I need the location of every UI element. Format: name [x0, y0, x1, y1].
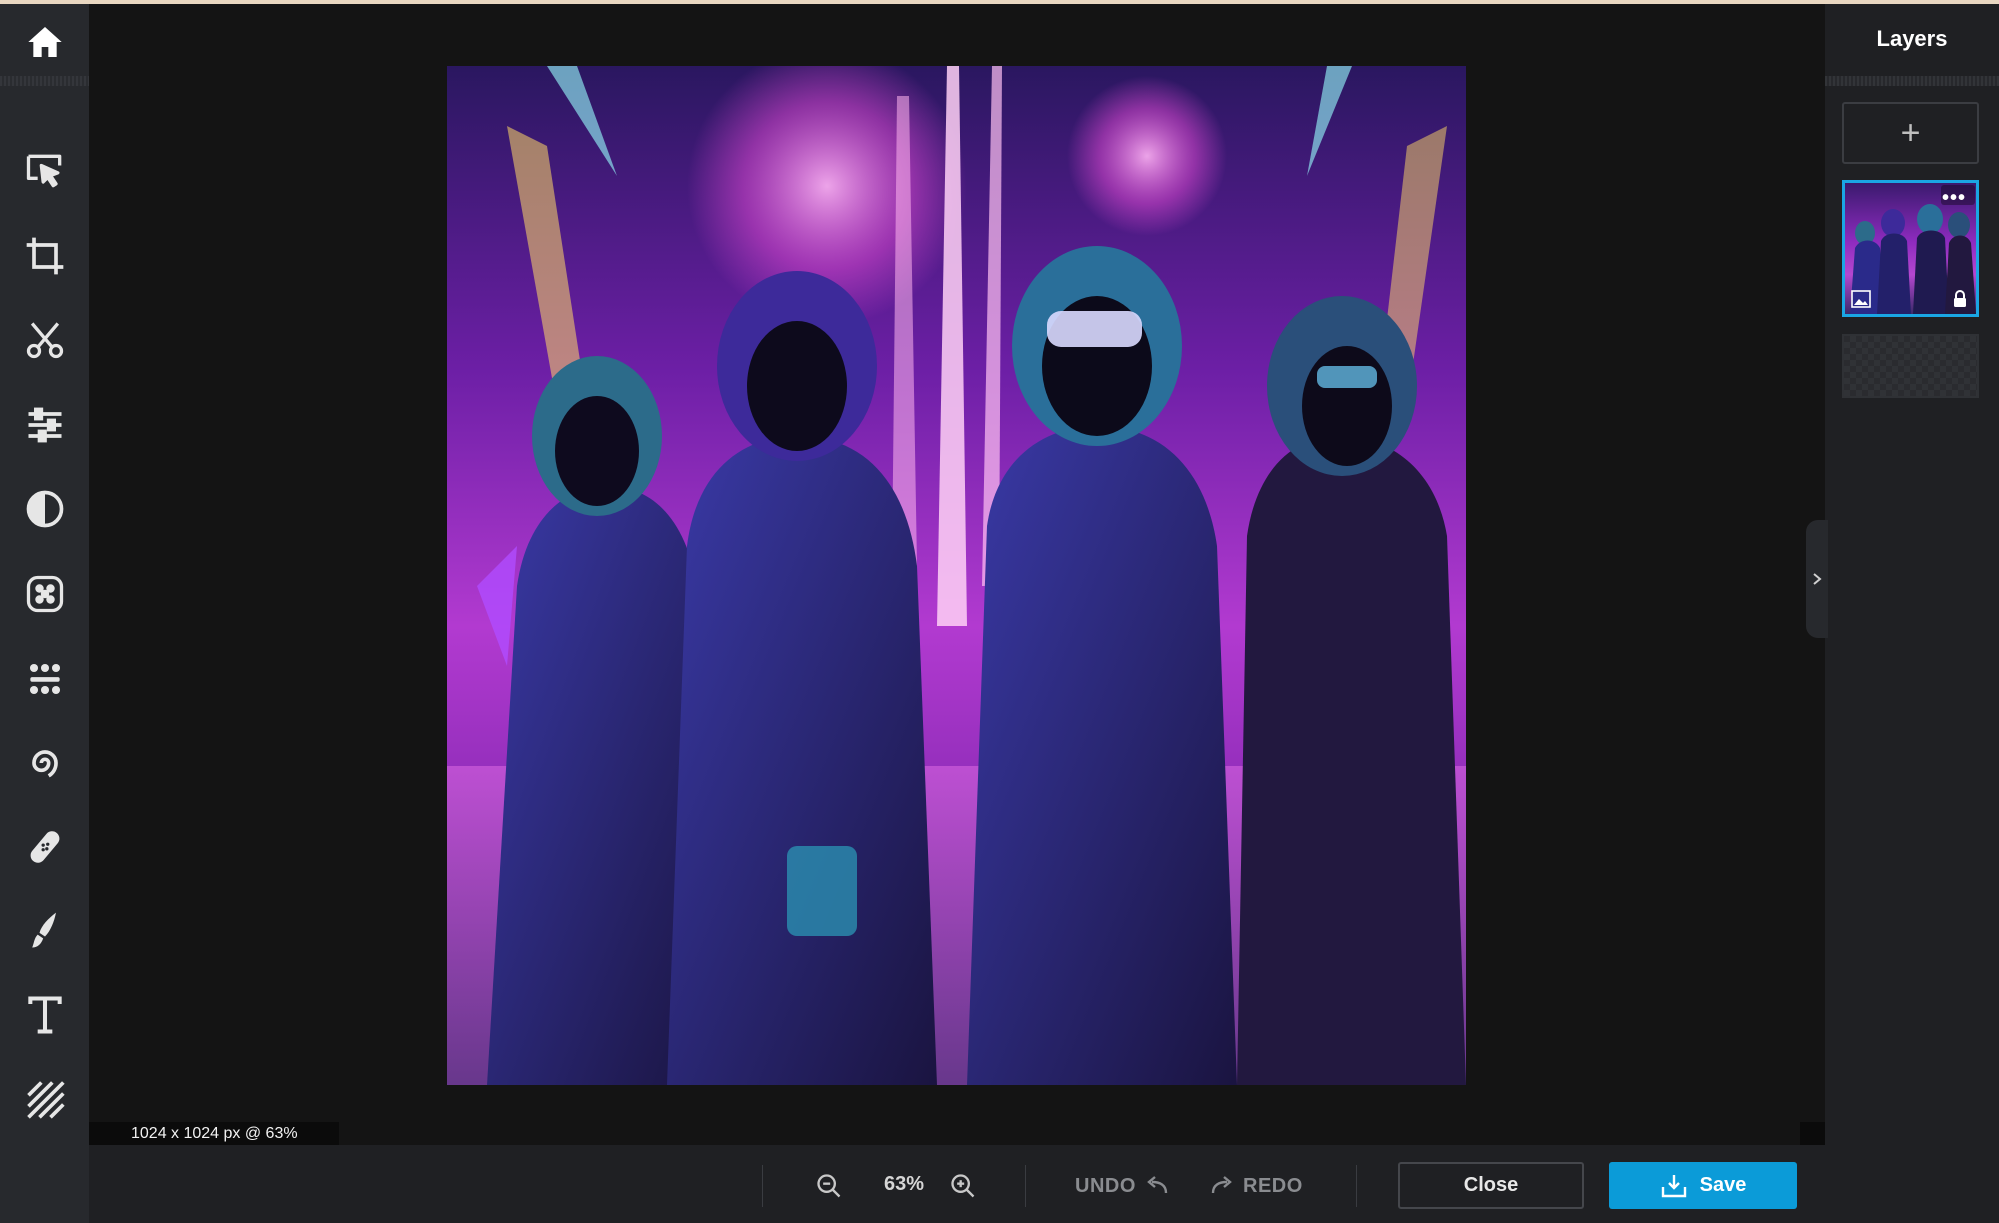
effects-icon — [26, 575, 63, 613]
panel-separator — [1825, 76, 1999, 86]
texture-icon — [26, 1081, 65, 1119]
redo-button[interactable]: REDO — [1209, 1171, 1303, 1201]
canvas-corner — [1800, 1122, 1825, 1145]
add-layer-button[interactable]: + — [1842, 102, 1979, 164]
retouch-tool-button[interactable] — [0, 812, 89, 882]
text-icon — [27, 996, 62, 1034]
select-icon — [26, 154, 61, 188]
canvas-image[interactable] — [447, 66, 1466, 1085]
image-layer-icon — [1851, 290, 1871, 308]
tool-sidebar — [0, 4, 89, 1223]
collapse-panel-button[interactable] — [1806, 520, 1828, 638]
bottom-separator — [1025, 1165, 1026, 1207]
save-button[interactable]: Save — [1609, 1162, 1797, 1209]
crop-tool-button[interactable] — [0, 221, 89, 291]
draw-icon — [31, 912, 56, 948]
more-options-icon[interactable]: ••• — [1942, 187, 1966, 210]
redo-icon — [1211, 1176, 1232, 1194]
zoom-in-icon — [951, 1174, 975, 1198]
home-icon — [27, 27, 62, 57]
zoom-in-button[interactable] — [946, 1169, 980, 1203]
layers-title: Layers — [1876, 26, 1948, 51]
save-label: Save — [1699, 1174, 1747, 1196]
cutout-icon — [26, 322, 63, 359]
photo-editor-app: 1024 x 1024 px @ 63% Layers + ••• 63% UN… — [0, 0, 1999, 1223]
contrast-icon — [26, 490, 63, 528]
canvas-area: 1024 x 1024 px @ 63% — [89, 4, 1825, 1145]
zoom-level: 63% — [883, 1173, 925, 1195]
texture-tool-button[interactable] — [0, 1064, 89, 1134]
toolbar-separator — [0, 76, 89, 86]
distort-icon — [31, 750, 58, 778]
distort-tool-button[interactable] — [0, 728, 89, 798]
bottom-separator — [762, 1165, 763, 1207]
lock-icon[interactable] — [1952, 290, 1968, 308]
filters-icon — [29, 663, 60, 695]
home-button[interactable] — [0, 4, 89, 80]
undo-icon — [1147, 1176, 1168, 1194]
adjust-icon — [28, 407, 61, 443]
text-tool-button[interactable] — [0, 980, 89, 1050]
zoom-out-button[interactable] — [812, 1169, 846, 1203]
zoom-out-icon — [817, 1174, 841, 1198]
bottom-bar: 63% UNDO REDO Close Save — [89, 1145, 1825, 1223]
select-tool-button[interactable] — [0, 136, 89, 206]
undo-button[interactable]: UNDO — [1075, 1171, 1170, 1201]
layer-thumbnail[interactable]: ••• — [1842, 180, 1979, 317]
filters-tool-button[interactable] — [0, 644, 89, 714]
canvas-size-label: 1024 x 1024 px @ 63% — [89, 1122, 339, 1145]
download-icon — [1661, 1174, 1686, 1197]
artwork-illustration — [447, 66, 1466, 1085]
crop-icon — [26, 237, 63, 275]
empty-layer-slot[interactable] — [1842, 334, 1979, 398]
retouch-icon — [30, 831, 59, 863]
undo-label: UNDO — [1075, 1174, 1136, 1197]
adjust-tool-button[interactable] — [0, 390, 89, 460]
redo-label: REDO — [1243, 1174, 1303, 1197]
close-button[interactable]: Close — [1398, 1162, 1584, 1209]
contrast-tool-button[interactable] — [0, 474, 89, 544]
layers-panel: Layers + ••• — [1825, 4, 1999, 1223]
cutout-tool-button[interactable] — [0, 305, 89, 375]
effects-tool-button[interactable] — [0, 559, 89, 629]
bottom-separator — [1356, 1165, 1357, 1207]
draw-tool-button[interactable] — [0, 896, 89, 966]
chevron-right-icon — [1813, 573, 1822, 585]
